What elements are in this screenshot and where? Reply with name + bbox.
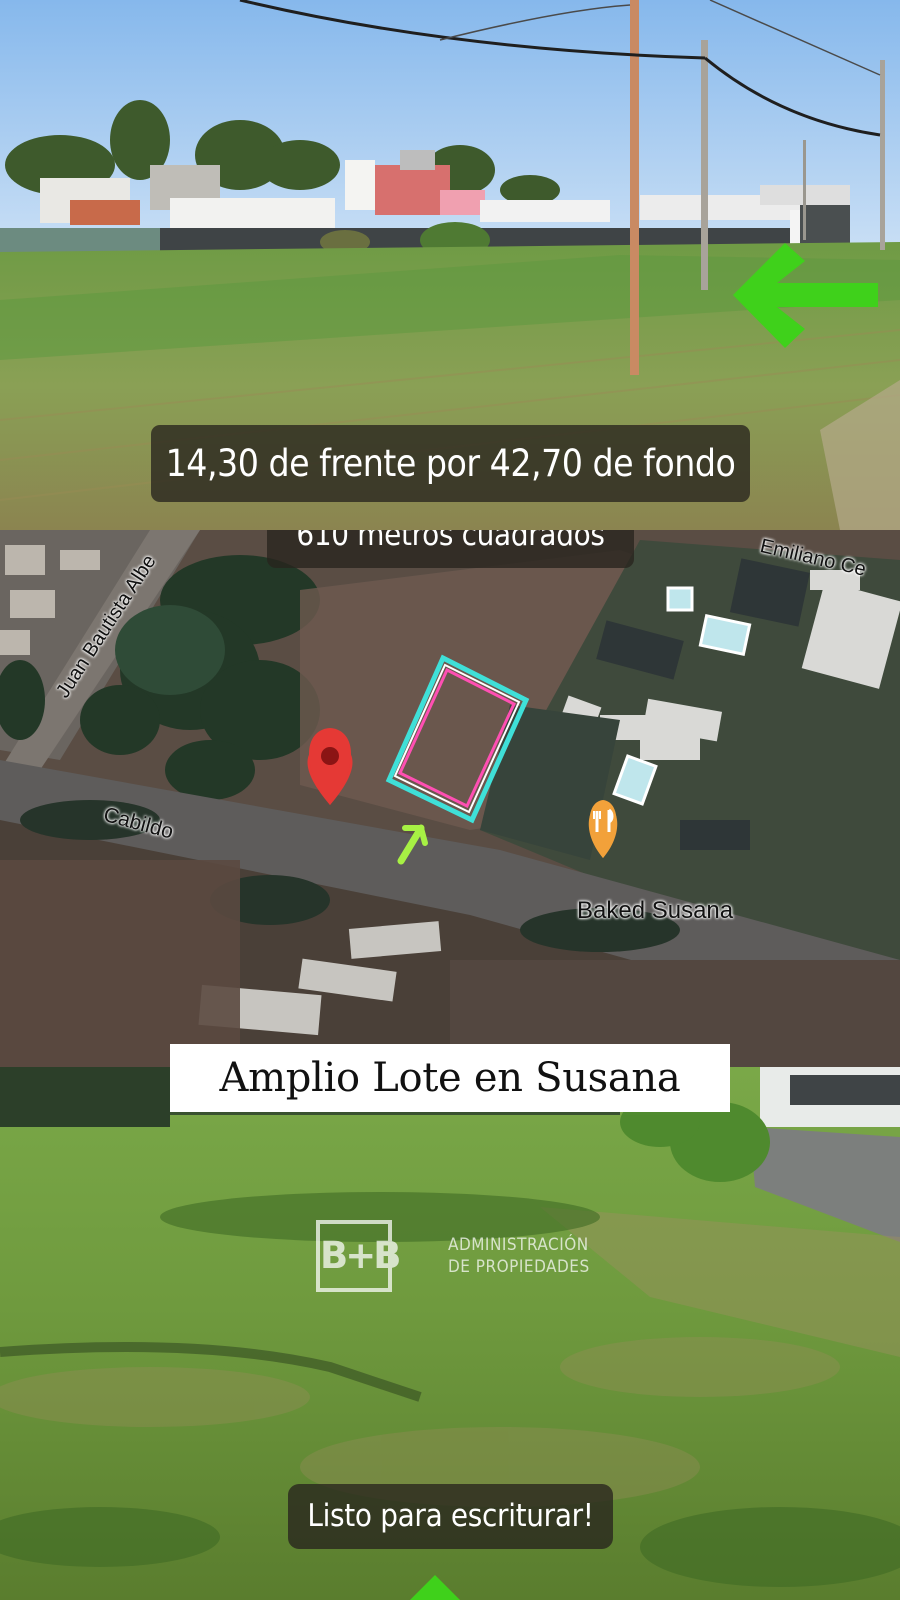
- ready-caption: Listo para escriturar!: [288, 1484, 613, 1549]
- logo-text-line1: ADMINISTRACIÓN: [448, 1235, 589, 1255]
- arrow-up-icon: [410, 1575, 460, 1600]
- satellite-map[interactable]: 610 metros cuadrados: [0, 530, 900, 1067]
- arrow-left-icon: [733, 243, 878, 348]
- logo-text-line2: DE PROPIEDADES: [448, 1257, 590, 1277]
- listing-title: Amplio Lote en Susana: [170, 1044, 730, 1112]
- satellite-map-scene: [0, 530, 900, 1067]
- street-photo-top: 14,30 de frente por 42,70 de fondo: [0, 0, 900, 530]
- company-logo: B+B ADMINISTRACIÓN DE PROPIEDADES: [316, 1220, 596, 1294]
- dimensions-caption: 14,30 de frente por 42,70 de fondo: [151, 425, 750, 502]
- place-label-baked-susana[interactable]: Baked Susana: [577, 897, 733, 925]
- area-caption: 610 metros cuadrados: [267, 530, 634, 568]
- logo-mark: B+B: [316, 1220, 401, 1292]
